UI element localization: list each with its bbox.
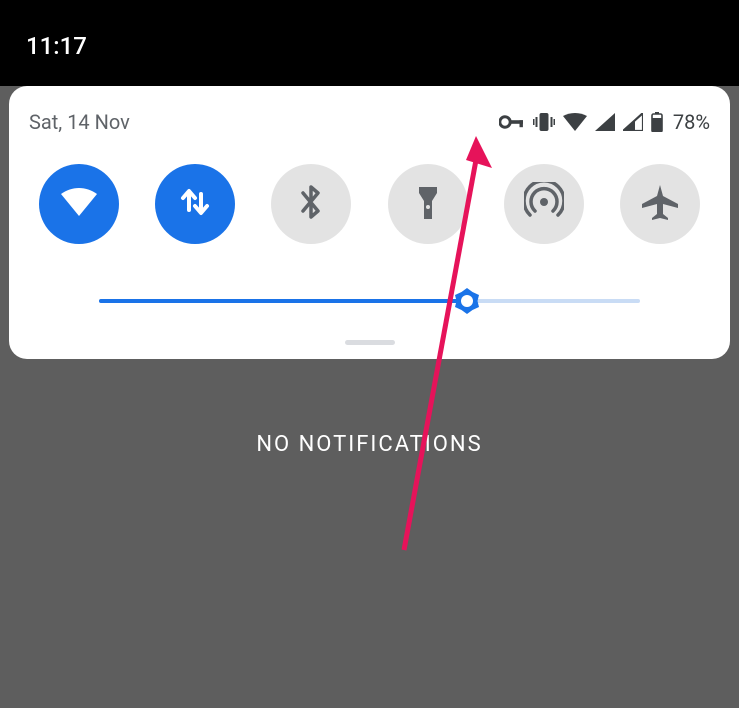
bluetooth-icon <box>300 183 322 225</box>
date-label[interactable]: Sat, 14 Nov <box>29 110 130 134</box>
brightness-thumb-icon[interactable] <box>452 286 482 316</box>
flashlight-tile[interactable] <box>388 164 468 244</box>
quick-settings-panel: Sat, 14 Nov 78% <box>9 86 730 359</box>
hotspot-tile[interactable] <box>504 164 584 244</box>
flashlight-icon <box>417 183 439 225</box>
wifi-status-icon <box>563 113 587 131</box>
data-arrows-icon <box>179 184 211 224</box>
battery-icon <box>651 112 663 132</box>
airplane-icon <box>640 182 680 226</box>
signal-2-icon <box>623 113 643 131</box>
no-notifications-label: NO NOTIFICATIONS <box>0 432 739 457</box>
battery-percent-label: 78% <box>673 110 710 134</box>
clock: 11:17 <box>26 32 87 60</box>
bluetooth-tile[interactable] <box>271 164 351 244</box>
vibrate-icon <box>533 112 555 132</box>
mobile-data-tile[interactable] <box>155 164 235 244</box>
brightness-slider[interactable] <box>99 286 640 316</box>
quick-settings-tiles <box>29 164 710 244</box>
drag-handle[interactable] <box>345 340 395 345</box>
wifi-tile[interactable] <box>39 164 119 244</box>
airplane-tile[interactable] <box>620 164 700 244</box>
status-icon-row: 78% <box>499 110 710 134</box>
panel-header: Sat, 14 Nov 78% <box>29 110 710 134</box>
signal-1-icon <box>595 113 615 131</box>
hotspot-icon <box>524 182 564 226</box>
slider-fill <box>99 299 467 303</box>
wifi-icon <box>59 186 99 222</box>
vpn-key-icon <box>499 115 525 129</box>
